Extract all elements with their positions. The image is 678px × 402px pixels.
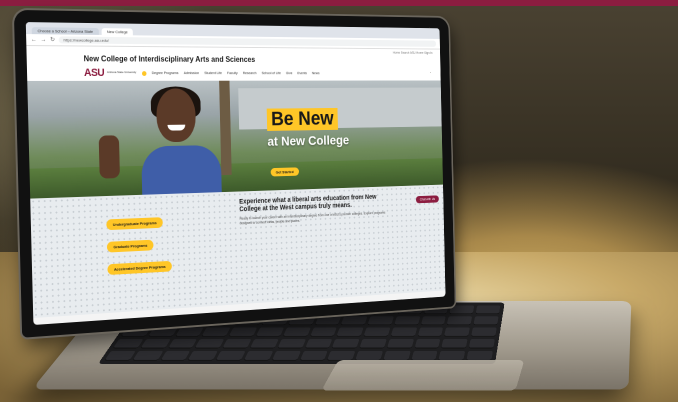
nav-item[interactable]: Faculty xyxy=(227,71,238,75)
keyboard-key xyxy=(174,327,204,337)
keyboard-key xyxy=(414,338,441,349)
undergraduate-programs-button[interactable]: Undergraduate Programs xyxy=(106,217,164,231)
keyboard-key xyxy=(132,350,163,361)
asu-logo-mark: ASU xyxy=(83,67,105,79)
nav-item[interactable]: Admission xyxy=(184,71,199,75)
asu-logo-subtitle: Arizona State University xyxy=(106,70,137,75)
keyboard-key xyxy=(309,327,338,337)
college-title: New College of Interdisciplinary Arts an… xyxy=(83,54,256,64)
keyboard-key xyxy=(167,338,198,349)
keyboard-key xyxy=(359,338,387,349)
home-icon[interactable] xyxy=(141,70,147,76)
nav-item[interactable]: School of Life xyxy=(262,71,281,75)
laptop-screen-bezel: Choose a School – Arizona State New Coll… xyxy=(13,9,455,338)
site-header: Home Search ASU Home Sign In New College… xyxy=(26,46,441,81)
accelerated-programs-button[interactable]: Accelerated Degree Programs xyxy=(107,260,173,275)
maroon-top-bar xyxy=(0,0,678,6)
keyboard-key xyxy=(304,338,333,349)
keyboard-key xyxy=(367,316,394,326)
nav-item[interactable]: Research xyxy=(243,71,257,75)
keyboard-key xyxy=(282,327,311,337)
keyboard-key xyxy=(140,338,171,349)
keyboard-key xyxy=(271,350,301,361)
keyboard-key xyxy=(340,316,368,326)
keyboard-key xyxy=(160,350,191,361)
keyboard-key xyxy=(112,338,144,349)
nav-item[interactable]: News xyxy=(312,71,320,75)
keyboard-key xyxy=(277,338,306,349)
reload-icon[interactable]: ↻ xyxy=(50,36,55,43)
back-icon[interactable]: ← xyxy=(31,37,37,43)
keyboard-key xyxy=(201,327,231,337)
keyboard-key xyxy=(255,327,284,337)
keyboard-key xyxy=(417,327,444,337)
hero-headline-primary: Be New xyxy=(266,107,338,131)
keyboard-key xyxy=(299,350,328,361)
keyboard-key xyxy=(147,327,178,337)
laptop-screen: Choose a School – Arizona State New Coll… xyxy=(25,22,446,325)
graduate-programs-button[interactable]: Graduate Programs xyxy=(106,239,154,253)
keyboard-key xyxy=(475,305,501,315)
keyboard-key xyxy=(249,338,279,349)
program-buttons: Undergraduate Programs Graduate Programs… xyxy=(106,209,215,280)
pitchfork-hand-sign xyxy=(98,135,120,179)
keyboard-key xyxy=(390,327,417,337)
keyboard-key xyxy=(215,350,246,361)
keyboard-key xyxy=(468,338,495,349)
keyboard-key xyxy=(187,350,218,361)
keyboard-key xyxy=(449,305,475,315)
asu-logo[interactable]: ASU Arizona State University xyxy=(84,67,137,79)
hero-headline-secondary: at New College xyxy=(267,132,350,149)
photo-scene: Choose a School – Arizona State New Coll… xyxy=(0,0,678,402)
keyboard-key xyxy=(331,338,360,349)
keyboard-key xyxy=(336,327,364,337)
keyboard-key xyxy=(243,350,273,361)
keyboard-key xyxy=(104,350,136,361)
keyboard-key xyxy=(222,338,252,349)
keyboard-key xyxy=(228,327,258,337)
intro-block: Experience what a liberal arts education… xyxy=(239,194,387,226)
hero-headline: Be New at New College xyxy=(266,107,350,149)
student-shirt xyxy=(141,144,222,197)
nav-item[interactable]: Give xyxy=(286,71,293,75)
nav-item[interactable]: Events xyxy=(297,71,307,75)
hero-banner: Be New at New College Get Started xyxy=(27,80,444,199)
main-nav: ASU Arizona State University Degree Prog… xyxy=(84,67,433,79)
laptop-trackpad xyxy=(321,360,525,391)
chat-button[interactable]: Chat with Us xyxy=(415,195,439,204)
hero-student-photo xyxy=(98,86,222,197)
forward-icon[interactable]: → xyxy=(41,37,47,43)
programs-section: Undergraduate Programs Graduate Programs… xyxy=(30,184,446,319)
keyboard-key xyxy=(447,316,473,326)
nav-item[interactable]: Degree Programs xyxy=(152,71,179,75)
url-field[interactable]: https://newcollege.asu.edu/ xyxy=(58,36,437,47)
keyboard-key xyxy=(444,327,471,337)
keyboard-key xyxy=(386,338,414,349)
keyboard-key xyxy=(471,327,497,337)
keyboard-key xyxy=(393,316,420,326)
keyboard-key xyxy=(363,327,391,337)
student-face xyxy=(155,88,197,143)
browser-tab-active[interactable]: New College xyxy=(101,28,134,36)
nav-item[interactable]: Student Life xyxy=(204,71,222,75)
keyboard-key xyxy=(441,338,468,349)
keyboard-key xyxy=(473,316,499,326)
browser-tab[interactable]: Choose a School – Arizona State xyxy=(31,27,99,35)
keyboard-key xyxy=(420,316,447,326)
keyboard-key xyxy=(314,316,342,326)
keyboard-key xyxy=(194,338,225,349)
hero-cta-button[interactable]: Get Started xyxy=(270,167,299,177)
